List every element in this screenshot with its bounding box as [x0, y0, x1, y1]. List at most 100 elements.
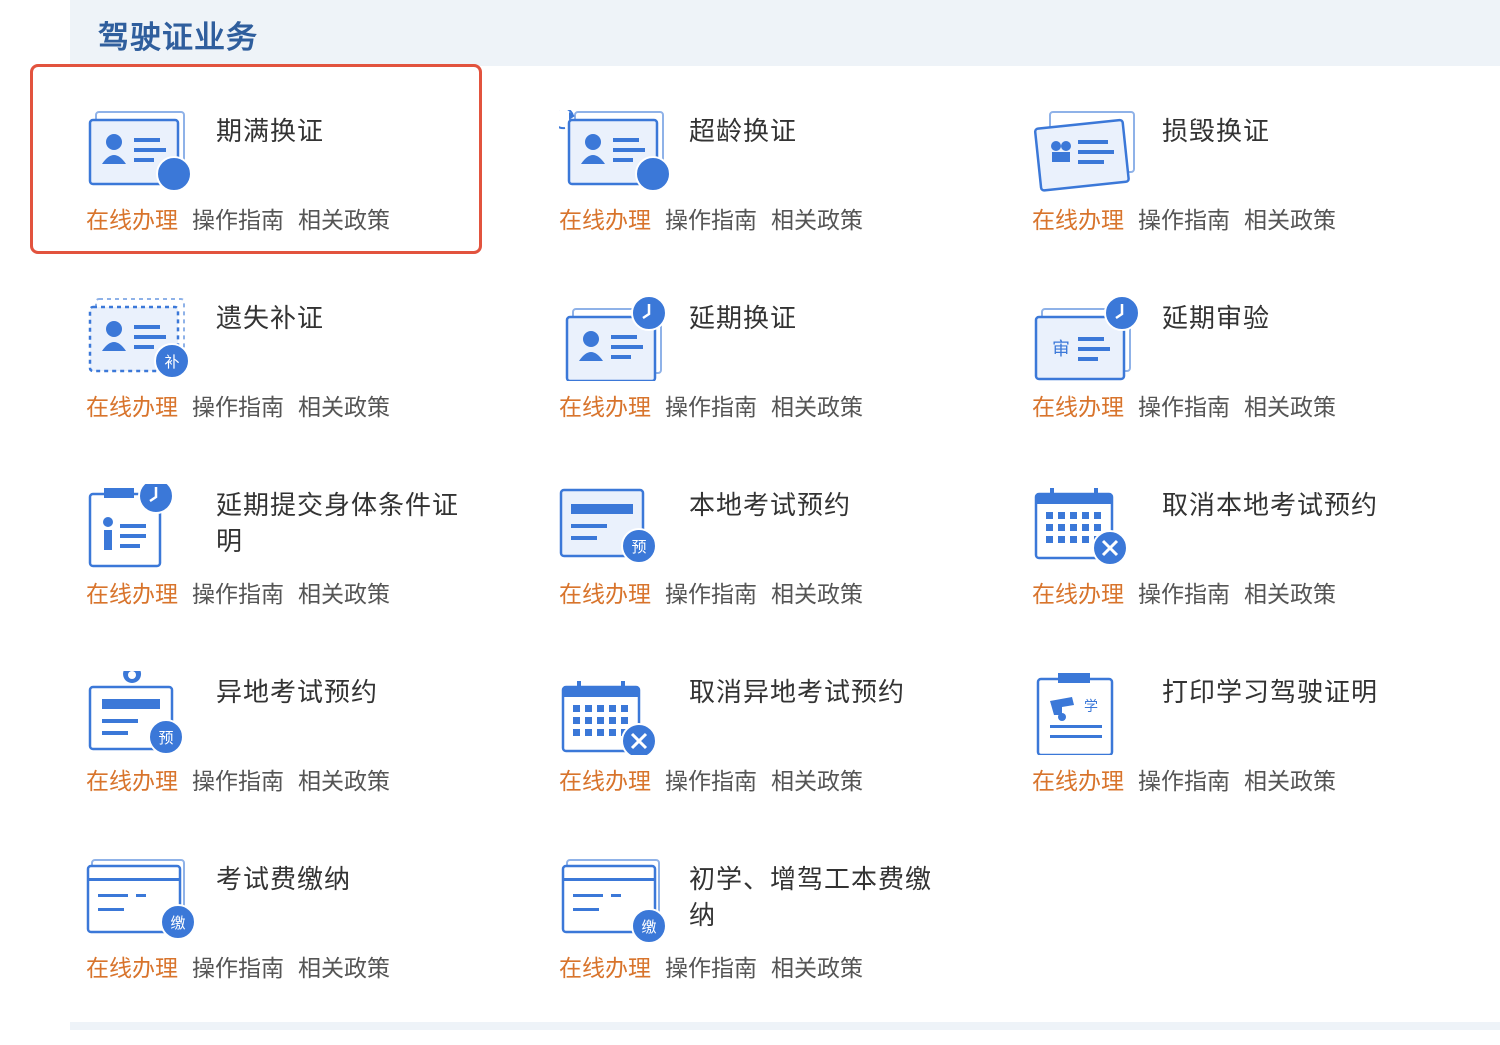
- license-refresh-icon: [559, 110, 671, 194]
- online-handle-link[interactable]: 在线办理: [559, 395, 651, 421]
- related-policy-link[interactable]: 相关政策: [298, 395, 390, 421]
- operation-guide-link[interactable]: 操作指南: [1138, 769, 1230, 795]
- service-title[interactable]: 初学、增驾工本费缴纳: [689, 862, 949, 934]
- service-card: 审 延期审验在线办理 操作指南 相关政策: [1032, 297, 1482, 484]
- service-title[interactable]: 考试费缴纳: [216, 862, 476, 898]
- section-footer: [70, 1022, 1500, 1030]
- service-title[interactable]: 打印学习驾驶证明: [1162, 675, 1422, 711]
- service-title[interactable]: 本地考试预约: [689, 488, 949, 524]
- service-title[interactable]: 遗失补证: [216, 301, 476, 337]
- license-lost-icon: 补: [86, 297, 198, 381]
- online-handle-link[interactable]: 在线办理: [559, 582, 651, 608]
- related-policy-link[interactable]: 相关政策: [771, 395, 863, 421]
- online-handle-link[interactable]: 在线办理: [86, 395, 178, 421]
- svg-text:学: 学: [1084, 699, 1098, 715]
- service-title[interactable]: 延期审验: [1162, 301, 1422, 337]
- operation-guide-link[interactable]: 操作指南: [1138, 208, 1230, 234]
- operation-guide-link[interactable]: 操作指南: [665, 956, 757, 982]
- service-title[interactable]: 延期提交身体条件证明: [216, 488, 476, 560]
- service-links: 在线办理 操作指南 相关政策: [559, 580, 877, 610]
- online-handle-link[interactable]: 在线办理: [559, 769, 651, 795]
- online-handle-link[interactable]: 在线办理: [86, 769, 178, 795]
- svg-text:预: 预: [631, 538, 646, 556]
- service-title[interactable]: 取消本地考试预约: [1162, 488, 1422, 524]
- related-policy-link[interactable]: 相关政策: [771, 956, 863, 982]
- cost-payment-icon: 缴: [559, 858, 671, 942]
- service-links: 在线办理 操作指南 相关政策: [1032, 767, 1350, 797]
- online-handle-link[interactable]: 在线办理: [86, 582, 178, 608]
- online-handle-link[interactable]: 在线办理: [559, 208, 651, 234]
- online-handle-link[interactable]: 在线办理: [559, 956, 651, 982]
- operation-guide-link[interactable]: 操作指南: [665, 395, 757, 421]
- service-card: 取消异地考试预约在线办理 操作指南 相关政策: [559, 671, 1009, 858]
- remote-calendar-cancel-icon: [559, 671, 671, 755]
- service-card: 延期换证在线办理 操作指南 相关政策: [559, 297, 1009, 484]
- service-title[interactable]: 延期换证: [689, 301, 949, 337]
- operation-guide-link[interactable]: 操作指南: [1138, 582, 1230, 608]
- related-policy-link[interactable]: 相关政策: [298, 208, 390, 234]
- service-card: 损毁换证在线办理 操作指南 相关政策: [1032, 110, 1482, 297]
- related-policy-link[interactable]: 相关政策: [298, 582, 390, 608]
- operation-guide-link[interactable]: 操作指南: [665, 582, 757, 608]
- operation-guide-link[interactable]: 操作指南: [1138, 395, 1230, 421]
- operation-guide-link[interactable]: 操作指南: [192, 956, 284, 982]
- online-handle-link[interactable]: 在线办理: [1032, 208, 1124, 234]
- online-handle-link[interactable]: 在线办理: [1032, 395, 1124, 421]
- service-links: 在线办理 操作指南 相关政策: [559, 954, 877, 984]
- related-policy-link[interactable]: 相关政策: [298, 769, 390, 795]
- exam-book-icon: 预: [559, 484, 671, 568]
- license-badge-icon: [86, 110, 198, 194]
- service-links: 在线办理 操作指南 相关政策: [559, 206, 877, 236]
- service-title[interactable]: 异地考试预约: [216, 675, 476, 711]
- related-policy-link[interactable]: 相关政策: [1244, 208, 1336, 234]
- service-links: 在线办理 操作指南 相关政策: [559, 393, 877, 423]
- operation-guide-link[interactable]: 操作指南: [665, 769, 757, 795]
- service-links: 在线办理 操作指南 相关政策: [559, 767, 877, 797]
- health-cert-clock-icon: [86, 484, 198, 568]
- online-handle-link[interactable]: 在线办理: [86, 208, 178, 234]
- service-links: 在线办理 操作指南 相关政策: [86, 767, 404, 797]
- operation-guide-link[interactable]: 操作指南: [192, 582, 284, 608]
- operation-guide-link[interactable]: 操作指南: [192, 769, 284, 795]
- service-links: 在线办理 操作指南 相关政策: [86, 580, 404, 610]
- related-policy-link[interactable]: 相关政策: [1244, 582, 1336, 608]
- online-handle-link[interactable]: 在线办理: [86, 956, 178, 982]
- learner-cert-print-icon: 学: [1032, 671, 1144, 755]
- service-title[interactable]: 超龄换证: [689, 114, 949, 150]
- service-links: 在线办理 操作指南 相关政策: [86, 954, 404, 984]
- service-title[interactable]: 损毁换证: [1162, 114, 1422, 150]
- calendar-cancel-icon: [1032, 484, 1144, 568]
- license-clock-icon: [559, 297, 671, 381]
- license-damaged-icon: [1032, 110, 1144, 194]
- related-policy-link[interactable]: 相关政策: [1244, 769, 1336, 795]
- service-card: 预 异地考试预约在线办理 操作指南 相关政策: [86, 671, 536, 858]
- service-card: 延期提交身体条件证明在线办理 操作指南 相关政策: [86, 484, 536, 671]
- online-handle-link[interactable]: 在线办理: [1032, 582, 1124, 608]
- related-policy-link[interactable]: 相关政策: [771, 582, 863, 608]
- svg-text:审: 审: [1052, 339, 1070, 360]
- service-links: 在线办理 操作指南 相关政策: [1032, 580, 1350, 610]
- service-title[interactable]: 期满换证: [216, 114, 476, 150]
- related-policy-link[interactable]: 相关政策: [298, 956, 390, 982]
- svg-text:缴: 缴: [641, 918, 656, 936]
- operation-guide-link[interactable]: 操作指南: [192, 208, 284, 234]
- svg-text:补: 补: [164, 353, 179, 371]
- service-links: 在线办理 操作指南 相关政策: [86, 206, 404, 236]
- svg-text:预: 预: [158, 729, 173, 747]
- service-card: 取消本地考试预约在线办理 操作指南 相关政策: [1032, 484, 1482, 671]
- related-policy-link[interactable]: 相关政策: [771, 208, 863, 234]
- svg-text:缴: 缴: [170, 914, 185, 932]
- remote-exam-book-icon: 预: [86, 671, 198, 755]
- online-handle-link[interactable]: 在线办理: [1032, 769, 1124, 795]
- service-title[interactable]: 取消异地考试预约: [689, 675, 949, 711]
- service-links: 在线办理 操作指南 相关政策: [1032, 206, 1350, 236]
- related-policy-link[interactable]: 相关政策: [1244, 395, 1336, 421]
- related-policy-link[interactable]: 相关政策: [771, 769, 863, 795]
- operation-guide-link[interactable]: 操作指南: [665, 208, 757, 234]
- service-links: 在线办理 操作指南 相关政策: [86, 393, 404, 423]
- service-grid: 期满换证 在线办理 操作指南 相关政策 超龄换证 在线办理 操作指南 相关政策 损毁换证 在线…: [0, 0, 1500, 1030]
- service-card: 预 本地考试预约在线办理 操作指南 相关政策: [559, 484, 1009, 671]
- service-links: 在线办理 操作指南 相关政策: [1032, 393, 1350, 423]
- operation-guide-link[interactable]: 操作指南: [192, 395, 284, 421]
- service-card: 学 打印学习驾驶证明在线办理 操作指南 相关政策: [1032, 671, 1482, 858]
